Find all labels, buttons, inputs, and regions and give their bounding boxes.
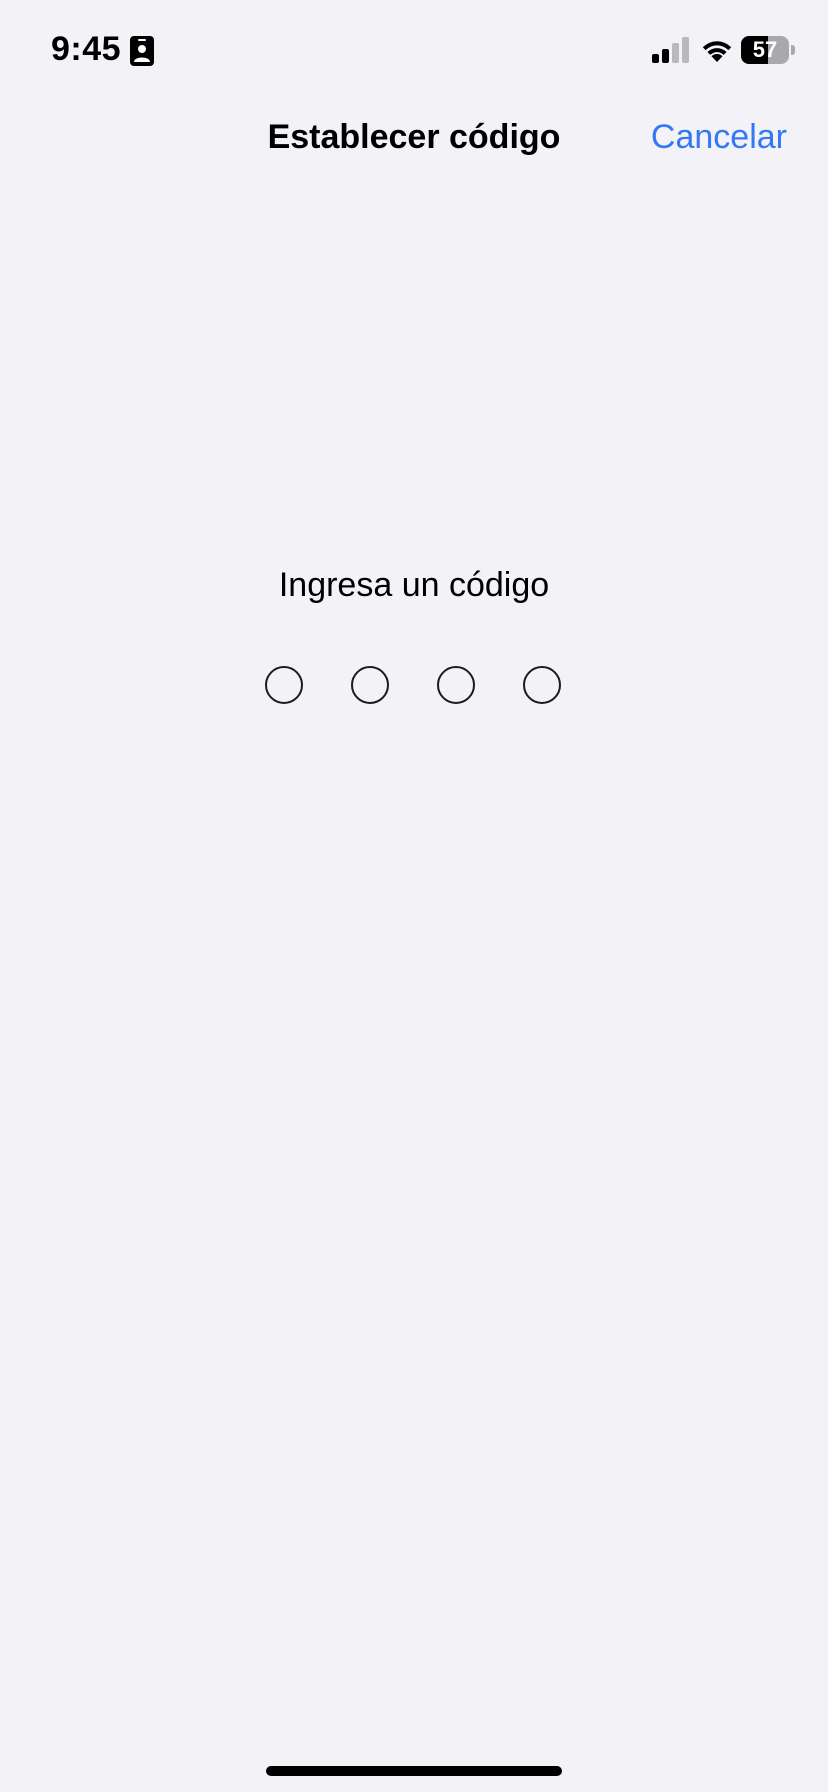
- home-indicator[interactable]: [266, 1766, 562, 1776]
- passcode-prompt: Ingresa un código: [278, 566, 550, 604]
- wifi-icon: [702, 41, 732, 62]
- cancel-button[interactable]: Cancelar: [651, 118, 787, 157]
- status-time: 9:45: [51, 30, 122, 68]
- battery-body: 57: [741, 36, 789, 64]
- status-bar: 9:45 57: [0, 0, 828, 100]
- battery-cap: [791, 45, 795, 55]
- id-card-icon: [130, 36, 154, 66]
- signal-icon: [652, 37, 689, 63]
- passcode-screen: 9:45 57 Establecer código Cancelar Ingre…: [0, 0, 828, 1792]
- battery-level: 57: [752, 37, 778, 62]
- battery-icon: 57: [741, 36, 795, 64]
